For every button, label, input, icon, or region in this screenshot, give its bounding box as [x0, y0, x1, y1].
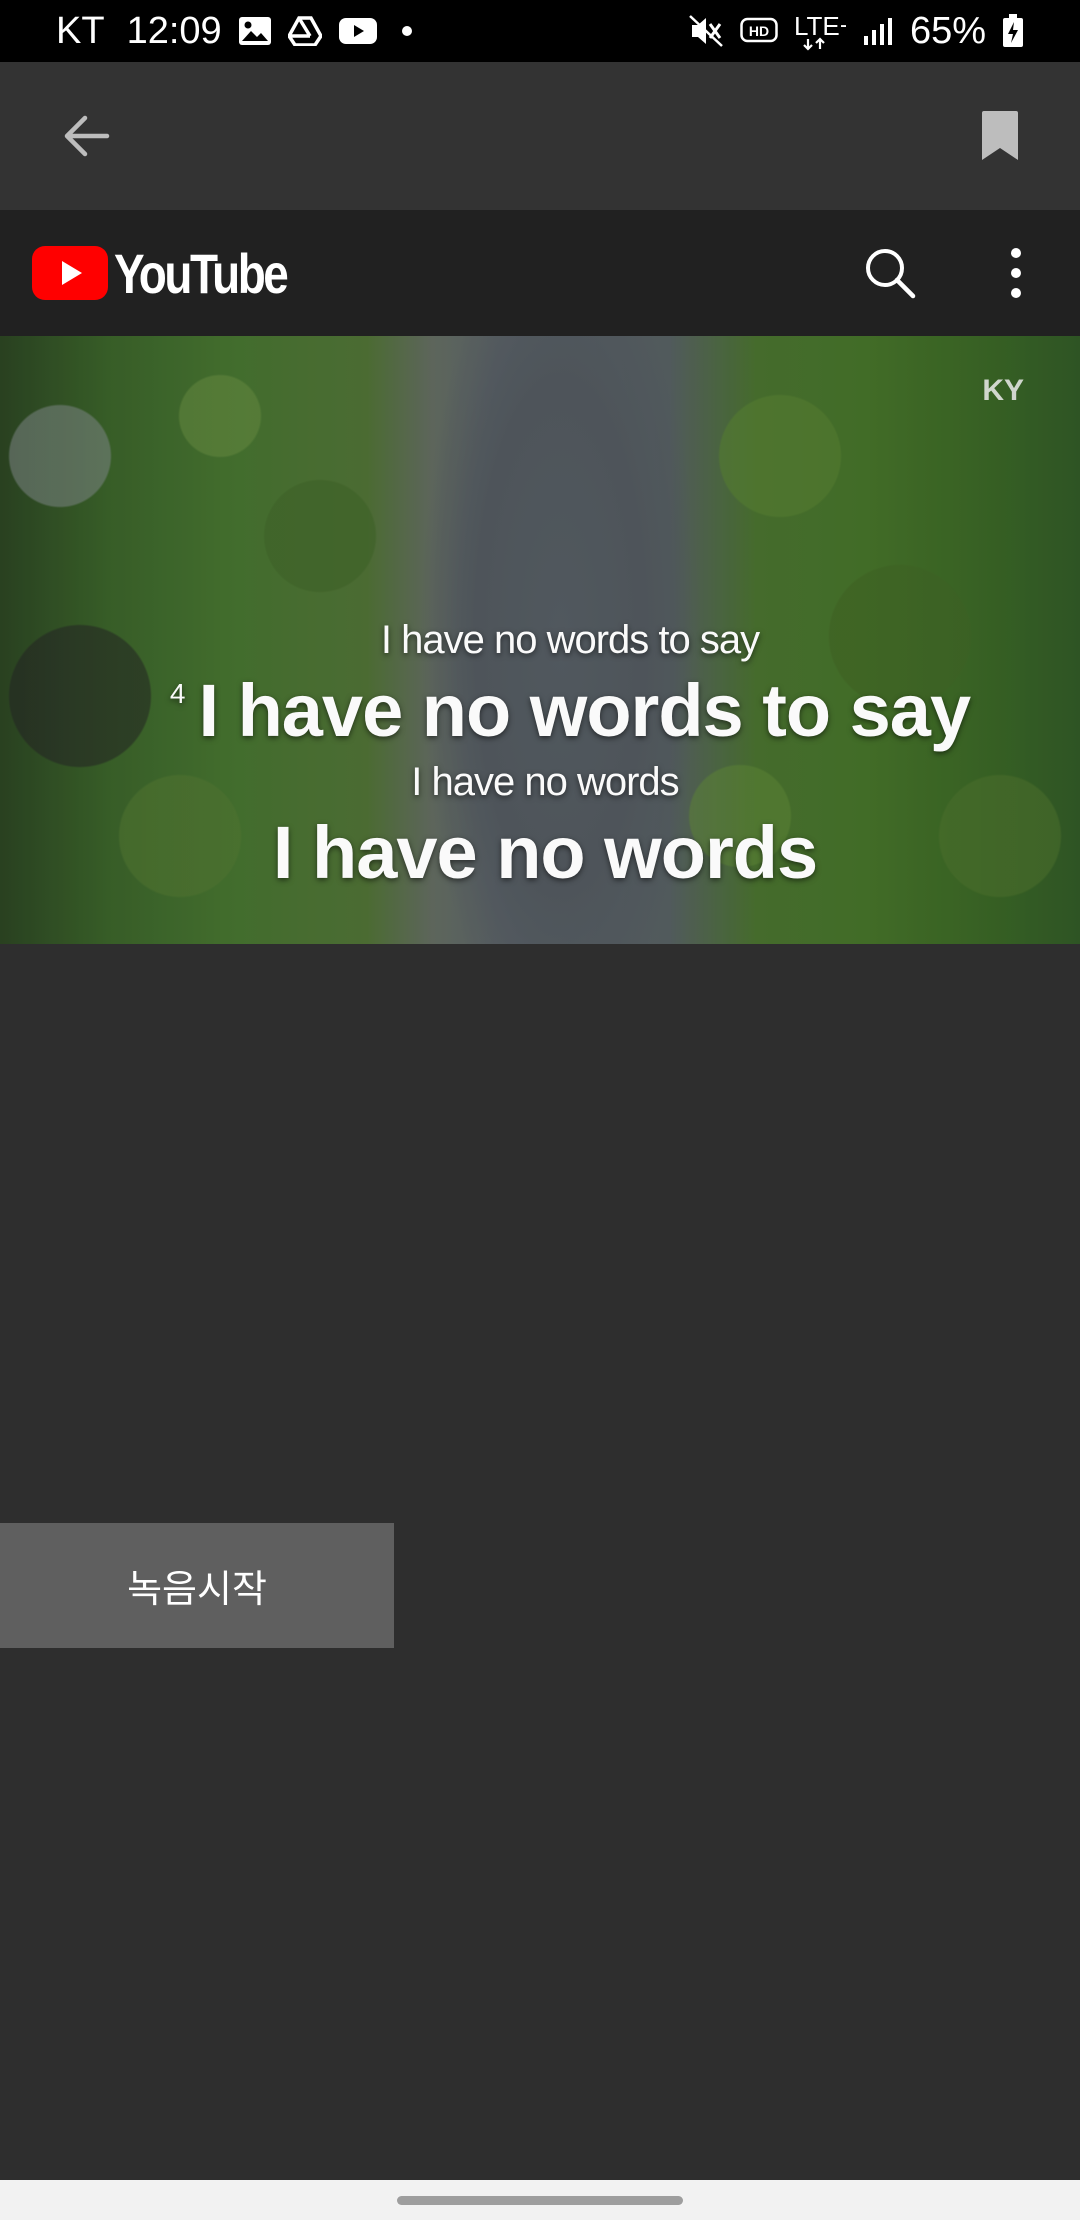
bookmark-button[interactable] [964, 100, 1036, 172]
back-button[interactable] [50, 100, 122, 172]
start-recording-button[interactable]: 녹음시작 [0, 1523, 394, 1648]
lyric-line-2: 4 I have no words to say [0, 668, 1080, 753]
hd-voice-icon: HD [740, 16, 778, 46]
battery-charging-icon [1002, 14, 1024, 48]
battery-percent: 65% [909, 9, 986, 52]
youtube-header: YouTube [0, 210, 1080, 336]
clock: 12:09 [126, 9, 222, 52]
lyric-line-4: I have no words [272, 811, 818, 894]
lyric-line-1: I have no words to say [380, 618, 760, 662]
arrow-back-icon [64, 115, 110, 157]
home-gesture-handle[interactable] [397, 2195, 683, 2205]
screen: KT 12:09 HD LTE+ [0, 0, 1080, 2220]
app-bar [0, 62, 1080, 210]
search-button[interactable] [850, 233, 930, 313]
more-dot-icon [401, 26, 412, 36]
youtube-actions [850, 233, 1056, 313]
search-icon [866, 249, 916, 299]
status-bar: KT 12:09 HD LTE+ [0, 0, 1080, 62]
status-right: HD LTE+ 65% [688, 10, 1024, 53]
mute-vibrate-icon [688, 14, 724, 48]
youtube-logo-icon [32, 246, 108, 300]
lyric-line-2-text: I have no words to say [198, 669, 971, 752]
more-options-button[interactable] [976, 233, 1056, 313]
drive-icon [287, 16, 322, 46]
lyric-line-3: I have no words [411, 760, 679, 804]
youtube-wordmark: YouTube [114, 241, 289, 305]
lte-plus-icon: LTE+ [794, 11, 846, 51]
svg-text:HD: HD [749, 23, 769, 39]
video-player[interactable]: KY I have no words to say 4 I have no wor… [0, 336, 1080, 944]
video-watermark: KY [982, 374, 1024, 407]
svg-text:LTE+: LTE+ [794, 11, 846, 41]
signal-icon [862, 16, 894, 46]
more-vert-icon [1011, 248, 1021, 298]
youtube-notify-icon [338, 16, 378, 46]
carrier-label: KT [56, 9, 105, 52]
lyric-line-number: 4 [169, 678, 186, 709]
status-left: KT 12:09 [56, 10, 412, 53]
gallery-icon [238, 16, 272, 46]
navigation-bar [0, 2180, 1080, 2220]
bookmark-icon [982, 111, 1018, 160]
youtube-logo[interactable]: YouTube [32, 241, 324, 306]
